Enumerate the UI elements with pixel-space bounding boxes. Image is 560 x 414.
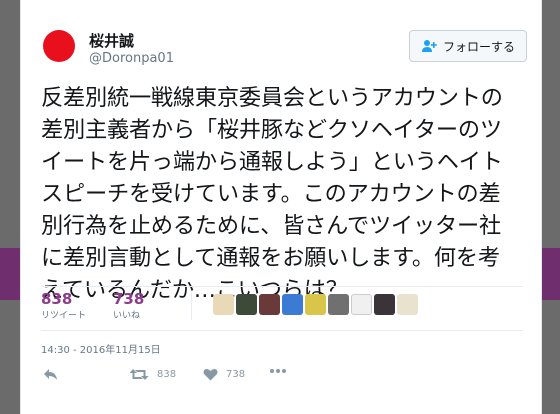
divider-bottom <box>41 330 523 331</box>
stats-separator <box>191 292 192 320</box>
liker-avatar[interactable] <box>374 294 395 315</box>
reply-icon <box>43 368 67 381</box>
add-user-icon <box>421 39 437 53</box>
liker-avatar[interactable] <box>328 294 349 315</box>
liker-avatar[interactable] <box>351 294 372 315</box>
tweet-line: に差別言動として通報をお願いします。何を考 <box>41 245 500 271</box>
like-action-count: 738 <box>226 369 246 380</box>
like-button[interactable]: 738 <box>203 368 245 381</box>
like-stat[interactable]: 738 いいね <box>113 290 144 321</box>
tweet-text: 反差別統一戦線東京委員会というアカウントの 差別主義者から「桜井豚などクソヘイタ… <box>41 82 529 306</box>
user-handle[interactable]: @Doronpa01 <box>89 51 174 66</box>
retweet-stat[interactable]: 838 リツイート <box>41 290 86 321</box>
more-icon <box>269 368 295 374</box>
retweet-label: リツイート <box>41 311 87 321</box>
retweet-action-count: 838 <box>157 369 177 380</box>
display-name[interactable]: 桜井誠 <box>89 30 134 51</box>
liker-avatars <box>213 294 418 315</box>
retweet-icon <box>129 368 157 381</box>
divider-top <box>41 286 523 287</box>
follow-button[interactable]: フォローする <box>409 30 527 62</box>
liker-avatar[interactable] <box>213 294 234 315</box>
tweet-header: 桜井誠 @Doronpa01 フォローする <box>21 0 541 80</box>
background-left <box>0 0 20 414</box>
liker-avatar[interactable] <box>236 294 257 315</box>
liker-avatar[interactable] <box>305 294 326 315</box>
tweet-line: 反差別統一戦線東京委員会というアカウントの <box>41 85 503 111</box>
liker-avatar[interactable] <box>282 294 303 315</box>
retweet-count: 838 <box>41 290 73 308</box>
rising-sun-icon <box>43 30 75 62</box>
more-button[interactable] <box>269 368 295 374</box>
tweet-actions: 838 738 <box>41 360 523 390</box>
reply-button[interactable] <box>43 368 67 381</box>
liker-avatar[interactable] <box>259 294 280 315</box>
tweet-line: スピーチを受けています。このアカウントの差 <box>41 181 501 207</box>
tweet-stats: 838 リツイート 738 いいね <box>41 288 523 328</box>
like-label: いいね <box>113 311 141 321</box>
tweet-card: 桜井誠 @Doronpa01 フォローする 反差別統一戦線東京委員会というアカウ… <box>20 0 542 414</box>
retweet-button[interactable]: 838 <box>129 368 176 381</box>
background-right <box>542 0 560 414</box>
tweet-line: 差別主義者から「桜井豚などクソヘイターのツ <box>41 117 502 143</box>
follow-label: フォローする <box>442 39 515 54</box>
avatar[interactable] <box>41 28 77 64</box>
tweet-line: 別行為を止めるために、皆さんでツイッター社 <box>41 213 501 239</box>
background-accent-right <box>542 248 560 300</box>
heart-icon <box>203 368 226 381</box>
tweet-line: イートを片っ端から通報しよう」というヘイト <box>41 149 503 175</box>
like-count: 738 <box>113 290 145 308</box>
tweet-timestamp[interactable]: 14:30 - 2016年11月15日 <box>41 341 161 356</box>
background-accent-left <box>0 248 20 300</box>
liker-avatar[interactable] <box>397 294 418 315</box>
